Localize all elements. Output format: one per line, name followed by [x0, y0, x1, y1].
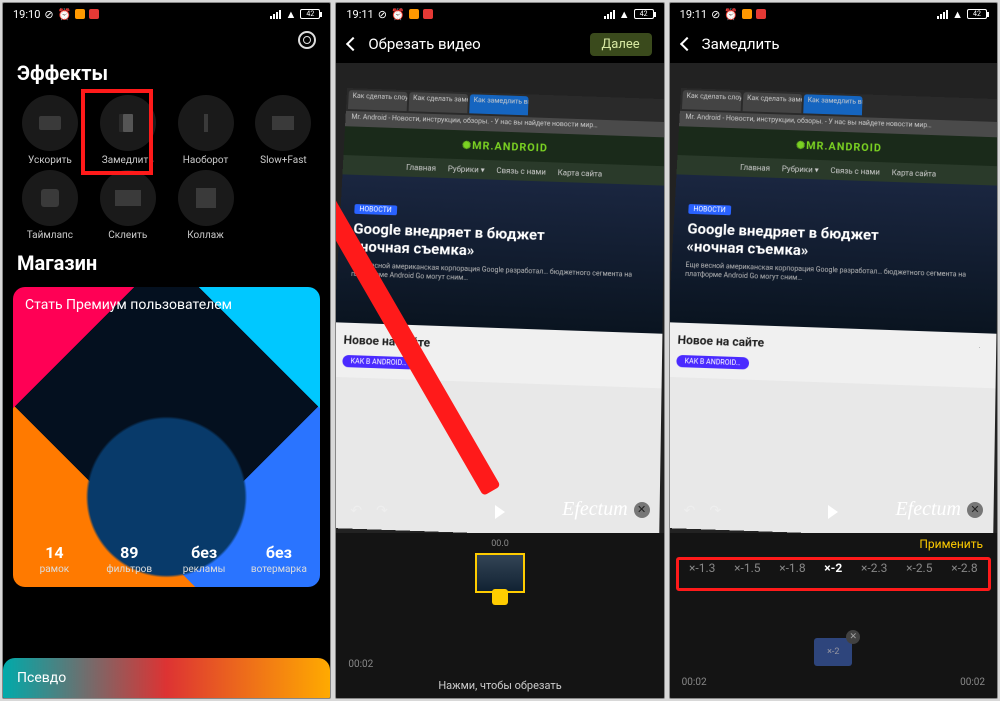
- watermark[interactable]: Efectum✕: [562, 498, 650, 521]
- app-icon: [742, 9, 752, 19]
- battery-icon: 42: [300, 9, 320, 19]
- back-icon[interactable]: [346, 37, 360, 51]
- alarm-icon: ⏰: [724, 8, 738, 21]
- premium-stats: 14рамок 89фильтров безрекламы безвотерма…: [13, 535, 320, 587]
- status-bar: 19:10 ⊘ ⏰ ▲ 42: [3, 3, 330, 25]
- timestamp-top: 00.0: [336, 539, 663, 549]
- signal-icon: [604, 10, 615, 19]
- section-title-store: Магазин: [3, 245, 330, 281]
- wifi-icon: ▲: [952, 8, 963, 21]
- screen-slowdown: 19:11 ⊘ ⏰ ▲ 42 Замедлить Как сделать сло…: [669, 2, 998, 699]
- premium-card[interactable]: Стать Премиум пользователем 14рамок 89фи…: [13, 287, 320, 587]
- app-icon: [409, 9, 419, 19]
- timestamp-left: 00:02: [682, 677, 707, 688]
- fx-merge[interactable]: Склеить: [89, 170, 167, 241]
- dnd-icon: ⊘: [44, 8, 53, 21]
- alarm-icon: ⏰: [58, 8, 72, 21]
- top-bar: [3, 25, 330, 55]
- effects-grid: Ускорить Замедлить Наоборот Slow+Fast Та…: [3, 91, 330, 245]
- pseudo-card[interactable]: Псевдо: [3, 658, 330, 698]
- screen-effects: 19:10 ⊘ ⏰ ▲ 42 Эффекты Ускорить Замедлит…: [2, 2, 331, 699]
- alarm-icon: ⏰: [391, 8, 405, 21]
- app-icon: [756, 9, 766, 19]
- nav-bar: Замедлить: [670, 25, 997, 63]
- highlight-box: [81, 89, 153, 175]
- edit-controls: ↶ ↷: [684, 503, 721, 519]
- trim-hint: Нажми, чтобы обрезать: [336, 679, 663, 692]
- undo-icon[interactable]: ↶: [350, 503, 362, 519]
- settings-icon[interactable]: [298, 31, 316, 49]
- dnd-icon: ⊘: [711, 8, 720, 21]
- nav-bar: Обрезать видео Далее: [336, 25, 663, 63]
- app-icon: [423, 9, 433, 19]
- dnd-icon: ⊘: [378, 8, 387, 21]
- status-bar: 19:11 ⊘ ⏰ ▲ 42: [670, 3, 997, 25]
- wifi-icon: ▲: [285, 8, 296, 21]
- app-icon: [89, 9, 99, 19]
- signal-icon: [270, 10, 281, 19]
- fx-collage[interactable]: Коллаж: [167, 170, 245, 241]
- wifi-icon: ▲: [619, 8, 630, 21]
- close-icon[interactable]: ✕: [634, 502, 650, 518]
- next-button[interactable]: Далее: [590, 33, 652, 56]
- app-icon: [75, 9, 85, 19]
- premium-title: Стать Премиум пользователем: [13, 287, 320, 323]
- timeline-thumb[interactable]: [475, 553, 525, 593]
- video-frame-content: Как сделать слоумо на анд… Как сделать з…: [670, 88, 997, 533]
- back-icon[interactable]: [680, 37, 694, 51]
- status-time: 19:10: [13, 8, 40, 21]
- status-time: 19:11: [346, 8, 373, 21]
- play-button[interactable]: [828, 505, 838, 519]
- play-button[interactable]: [495, 505, 505, 519]
- screen-trim: 19:11 ⊘ ⏰ ▲ 42 Обрезать видео Далее Как …: [335, 2, 664, 699]
- nav-title: Обрезать видео: [368, 35, 579, 53]
- status-time: 19:11: [680, 8, 707, 21]
- fx-slowfast[interactable]: Slow+Fast: [244, 95, 322, 166]
- close-icon[interactable]: ✕: [967, 502, 983, 518]
- nav-title: Замедлить: [702, 35, 985, 53]
- signal-icon: [937, 10, 948, 19]
- fx-timelapse[interactable]: Таймлапс: [11, 170, 89, 241]
- redo-icon[interactable]: ↷: [709, 503, 721, 519]
- speed-panel: Применить ×-1.3 ×-1.5 ×-1.8 ×-2 ×-2.3 ×-…: [670, 533, 997, 698]
- section-title-effects: Эффекты: [3, 55, 330, 91]
- apply-button[interactable]: Применить: [919, 537, 983, 551]
- trim-timeline[interactable]: 00.0 00:02 Нажми, чтобы обрезать: [336, 533, 663, 698]
- undo-icon[interactable]: ↶: [684, 503, 696, 519]
- fx-speedup[interactable]: Ускорить: [11, 95, 89, 166]
- timestamp-right: 00:02: [960, 677, 985, 688]
- timestamp-left: 00:02: [348, 659, 373, 670]
- status-bar: 19:11 ⊘ ⏰ ▲ 42: [336, 3, 663, 25]
- highlight-box: [676, 557, 991, 591]
- battery-icon: 42: [967, 9, 987, 19]
- video-preview[interactable]: Как сделать слоумо на анд… Как сделать з…: [670, 63, 997, 533]
- edit-controls: ↶ ↷: [350, 503, 387, 519]
- fx-reverse[interactable]: Наоборот: [167, 95, 245, 166]
- timeline-segment[interactable]: ×-2: [814, 638, 852, 666]
- watermark[interactable]: Efectum✕: [895, 498, 983, 521]
- battery-icon: 42: [634, 9, 654, 19]
- redo-icon[interactable]: ↷: [376, 503, 388, 519]
